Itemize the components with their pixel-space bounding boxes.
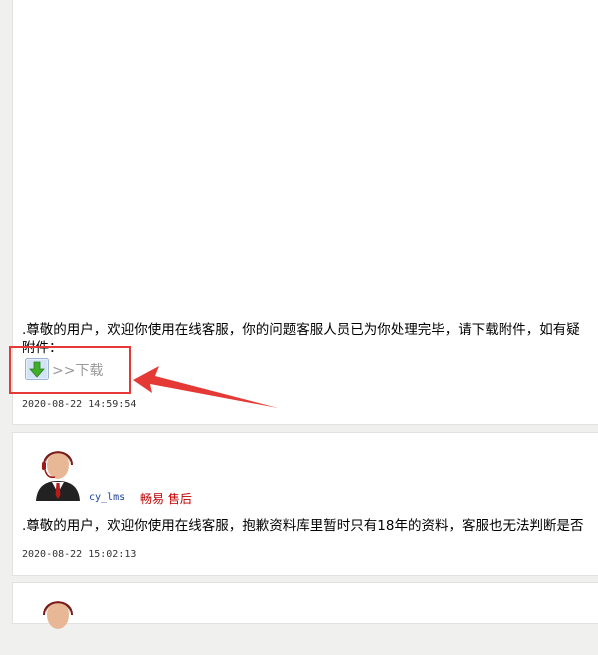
message-text: .尊敬的用户，欢迎你使用在线客服，抱歉资料库里暂时只有18年的资料，客服也无法判… bbox=[22, 518, 584, 534]
message-card: cy_lms 畅易 售后 .尊敬的用户，欢迎你使用在线客服，抱歉资料库里暂时只有… bbox=[12, 432, 598, 576]
agent-username[interactable]: cy_lms bbox=[89, 492, 125, 503]
agent-role: 畅易 售后 bbox=[140, 492, 192, 506]
agent-avatar-icon bbox=[33, 593, 83, 651]
message-timestamp: 2020-08-22 14:59:54 bbox=[22, 399, 137, 410]
message-card bbox=[12, 582, 598, 629]
agent-avatar-icon bbox=[33, 443, 83, 501]
highlight-box bbox=[9, 346, 131, 394]
message-timestamp: 2020-08-22 15:02:13 bbox=[22, 549, 137, 560]
message-text: .尊敬的用户，欢迎你使用在线客服，你的问题客服人员已为你处理完毕，请下载附件，如… bbox=[22, 322, 580, 338]
